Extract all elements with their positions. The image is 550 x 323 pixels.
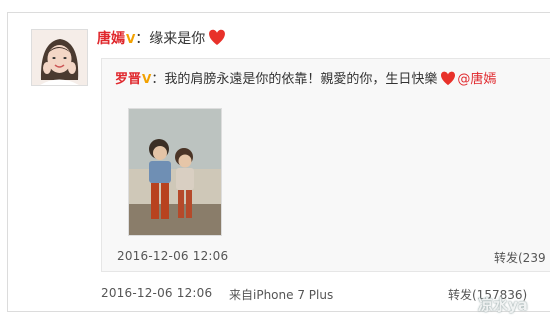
post-timestamp[interactable]: 2016-12-06 12:06: [101, 286, 212, 300]
verified-badge-icon: V: [126, 32, 136, 46]
heart-emoji-icon: [439, 71, 457, 92]
post-text-line: 唐嫣V：缘来是你: [97, 29, 227, 52]
repost-forward-count[interactable]: 转发(239: [494, 249, 546, 266]
repost-timestamp[interactable]: 2016-12-06 12:06: [117, 249, 228, 263]
verified-badge-icon: V: [142, 72, 152, 86]
repost-author-name[interactable]: 罗晋: [115, 72, 141, 87]
post-author-name[interactable]: 唐嫣: [97, 31, 125, 47]
mention-link[interactable]: @唐嫣: [457, 72, 496, 87]
repost-content: 我的肩膀永遠是你的依靠！親愛的你，生日快樂: [164, 72, 438, 87]
heart-emoji-icon: [207, 29, 227, 52]
post-content: 缘来是你: [149, 31, 206, 47]
post-source: 来自iPhone 7 Plus: [229, 288, 334, 302]
reposted-content: 罗晋V：我的肩膀永遠是你的依靠！親愛的你，生日快樂 @唐嫣 2016-12-06 …: [101, 58, 550, 272]
watermark: 凉水ya: [478, 296, 528, 314]
repost-photo[interactable]: [128, 108, 222, 236]
repost-text-line: 罗晋V：我的肩膀永遠是你的依靠！親愛的你，生日快樂 @唐嫣: [115, 70, 496, 92]
avatar[interactable]: [31, 29, 88, 86]
